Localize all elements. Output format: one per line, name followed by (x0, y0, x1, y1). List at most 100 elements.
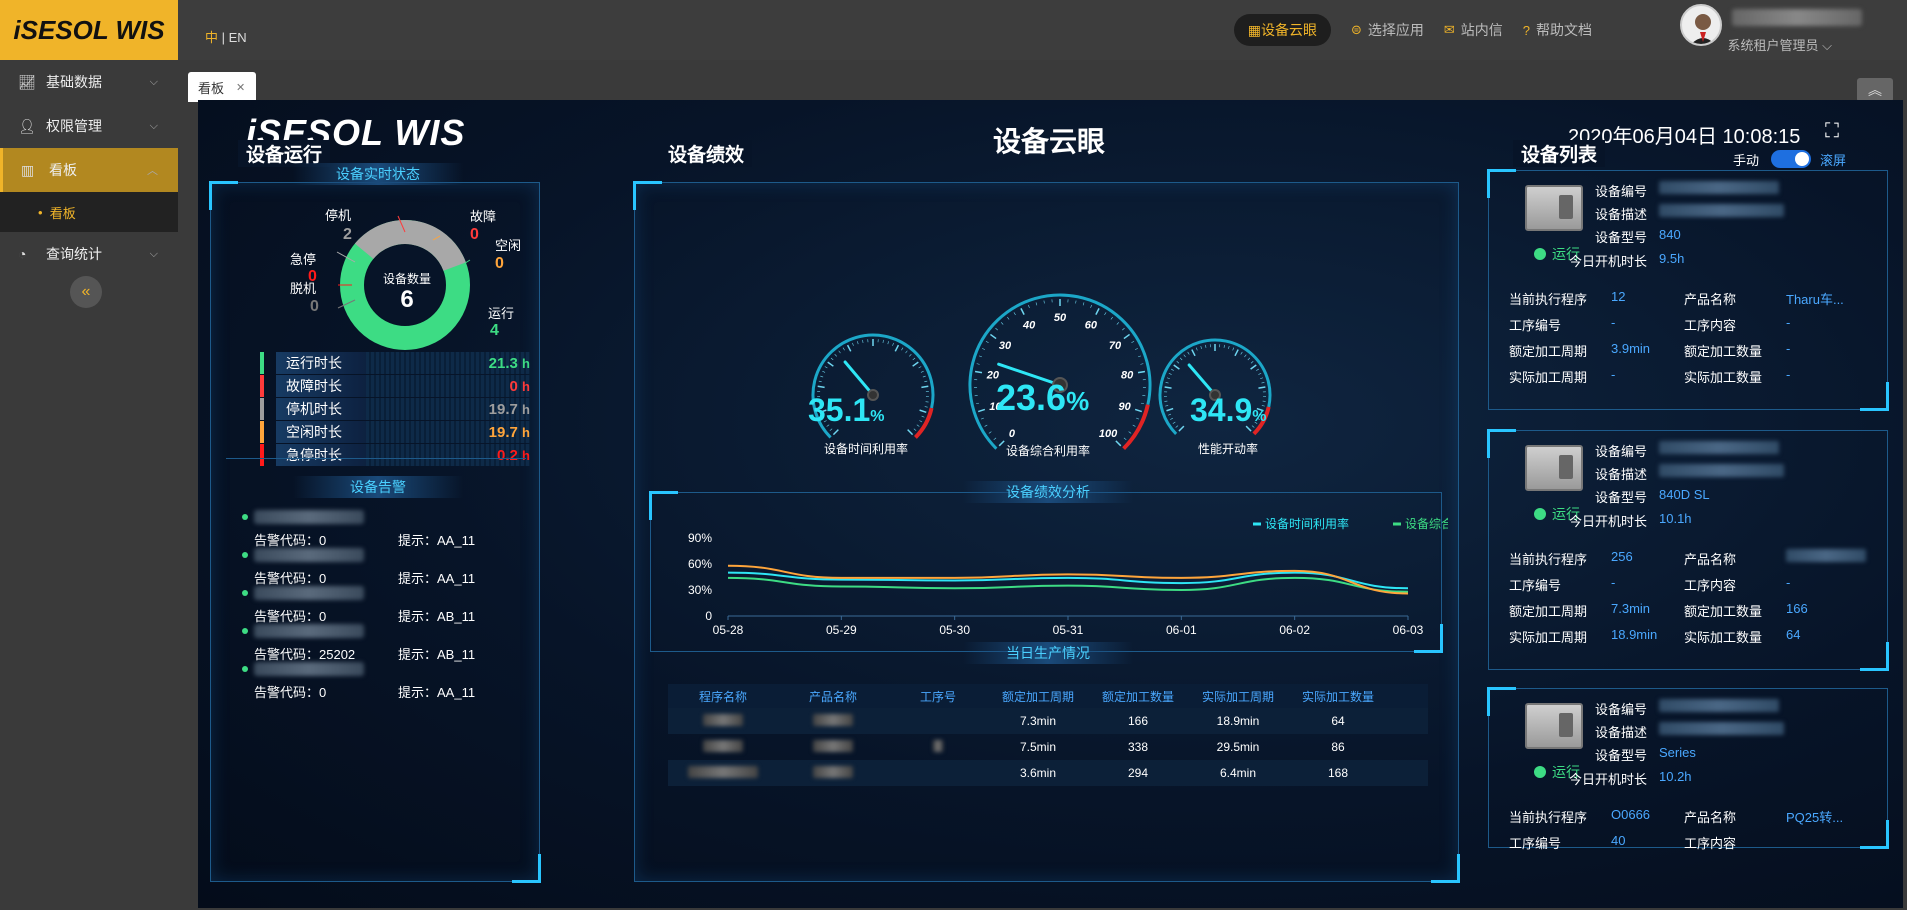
gauge-tick (1000, 322, 1004, 325)
dashboard-canvas: iSESOL WIS 设备云眼 2020年06月04日 10:08:15 ⛶ 手… (198, 100, 1903, 908)
gauge-tick (834, 353, 837, 357)
alarm-status-dot (242, 666, 248, 672)
gauge-tick (1137, 370, 1146, 374)
donut-center-value: 6 (400, 286, 414, 313)
fullscreen-icon[interactable]: ⛶ (1825, 120, 1839, 143)
x-tick-label: 06-02 (1279, 623, 1310, 637)
device-field-label: 工序编号 (1509, 318, 1562, 333)
device-field-value: - (1611, 575, 1616, 590)
alarm-item[interactable]: 告警代码：0 提示：AB_11 (242, 586, 548, 624)
duration-unit: h (522, 355, 530, 371)
machine-icon (1525, 445, 1583, 491)
gauge-tick (1176, 361, 1180, 364)
gauge-tick (832, 429, 839, 436)
alarm-item[interactable]: 告警代码：0 提示：AA_11 (242, 548, 548, 586)
device-field-value: 18.9min (1611, 627, 1658, 642)
app-logo[interactable]: iSESOL WIS (0, 0, 178, 60)
table-row[interactable]: 7.5min 338 29.5min 86 (668, 734, 1428, 760)
alarm-item[interactable]: 告警代码：0 提示：AA_11 (242, 510, 548, 548)
device-field-label: 额定加工数量 (1684, 344, 1763, 359)
language-switch[interactable]: 中 | EN (205, 27, 247, 46)
alarm-device-name-blurred (254, 586, 364, 600)
gauge-tick (924, 406, 928, 408)
user-role[interactable]: 系统租户管理员 ⌵ (1728, 35, 1833, 54)
legend-label: 设备时间利用率 (1265, 516, 1349, 531)
alarm-item[interactable]: 告警代码：0 提示：AA_11 (242, 662, 548, 700)
gauge-tick (1140, 402, 1144, 405)
subtitle-daily-production: 当日生产情况 (963, 642, 1133, 664)
duration-marker (260, 444, 264, 466)
device-card[interactable]: 运行 设备编号 设备描述 设备型号 Series 今日开机时长 10.2h 当前执行程序 O06… (1487, 687, 1889, 851)
device-field-label: 实际加工周期 (1509, 630, 1588, 645)
lang-zh[interactable]: 中 (205, 30, 218, 45)
device-field-label: 设备描述 (1594, 725, 1647, 740)
gauge-tick (892, 342, 894, 346)
gauge-tick (1234, 349, 1239, 357)
legend-idle-value: 0 (495, 255, 504, 272)
gauge-tick (829, 428, 833, 431)
gauge-tick (887, 341, 889, 345)
gauge-tick (818, 380, 822, 383)
device-card[interactable]: 运行 设备编号 设备描述 设备型号 840D SL 今日开机时长 10.1h 当前执行程序 25… (1487, 429, 1889, 671)
nav-select-app[interactable]: ⊜ 选择应用 (1351, 20, 1424, 40)
gauge-tick (1256, 368, 1260, 371)
table-header: 程序名称 产品名称 工序号 额定加工周期 额定加工数量 实际加工周期 实际加工数量 (668, 684, 1428, 708)
panel-title-device-list: 设备列表 (1513, 140, 1606, 167)
sidebar-item-query-stats[interactable]: ◔ 查询统计 ⌵ (0, 232, 178, 276)
top-bar (178, 0, 1907, 60)
legend-running-label: 运行 (488, 306, 515, 321)
gauge-tick (1205, 344, 1207, 348)
gauge-tick (924, 380, 928, 383)
scroll-mode-toggle[interactable] (1771, 150, 1811, 168)
collapse-header-button[interactable]: ︽ (1857, 78, 1893, 102)
device-field-label: 今日开机时长 (1568, 514, 1647, 529)
gauge-tick (912, 357, 916, 361)
nav-messages[interactable]: ✉ 站内信 (1444, 20, 1503, 40)
gauge-tick (1095, 308, 1100, 315)
tab-dashboard[interactable]: 看板 ✕ (188, 72, 256, 102)
blurred-value (1659, 464, 1784, 477)
legend-fault-value: 0 (470, 226, 479, 243)
blurred-value (703, 739, 743, 752)
chevron-down-icon: ⌵ (1822, 38, 1832, 53)
gauge-tick (1178, 425, 1185, 432)
device-field-label: 额定加工周期 (1509, 344, 1588, 359)
y-tick-label: 30% (688, 583, 712, 597)
sidebar-item-basic-data[interactable]: 📈︎ 基础数据 ⌵ (0, 60, 178, 104)
machine-icon (1525, 185, 1583, 231)
subtitle-performance-analysis: 设备绩效分析 (963, 481, 1133, 503)
sidebar-subitem-dashboard[interactable]: • 看板 (0, 192, 178, 232)
gauge-tick (1250, 364, 1257, 370)
blurred-value (933, 739, 943, 752)
y-tick-label: 0 (705, 609, 712, 623)
close-icon[interactable]: ✕ (236, 81, 245, 94)
alarm-code: 告警代码：25202 (254, 647, 356, 662)
gauge-tick (980, 417, 984, 420)
table-header-cell: 实际加工周期 (1201, 689, 1274, 704)
table-cell: 338 (1127, 740, 1149, 754)
device-field-label: 产品名称 (1684, 292, 1737, 307)
sidebar-subitem-label: 看板 (49, 205, 76, 221)
table-cell: 86 (1331, 740, 1345, 754)
device-field-label: 当前执行程序 (1509, 552, 1588, 567)
nav-device-cloud-eye[interactable]: ▦设备云眼 (1233, 14, 1331, 46)
device-field-value: - (1786, 315, 1791, 330)
avatar[interactable] (1680, 4, 1722, 46)
device-card[interactable]: 运行 设备编号 设备描述 设备型号 840 今日开机时长 9.5h 当前执行程序 12 产品名称 T… (1487, 169, 1889, 411)
table-row[interactable]: 7.3min 166 18.9min 64 (668, 708, 1428, 734)
table-row[interactable]: 3.6min 294 6.4min 168 (668, 760, 1428, 786)
sidebar-item-permissions[interactable]: 👤︎ 权限管理 ⌵ (0, 104, 178, 148)
collapse-sidebar-button[interactable]: « (70, 276, 102, 308)
table-cell: 64 (1331, 714, 1345, 728)
x-tick-label: 06-01 (1166, 623, 1197, 637)
production-table: 程序名称 产品名称 工序号 额定加工周期 额定加工数量 实际加工周期 实际加工数量 7.3m… (668, 684, 1428, 786)
device-field-value: 7.3min (1611, 601, 1651, 616)
lang-en[interactable]: EN (229, 30, 247, 45)
nav-help[interactable]: ? 帮助文档 (1523, 20, 1592, 40)
blurred-value (1659, 699, 1779, 712)
sidebar-item-dashboard[interactable]: ▥ 看板 ︿ (0, 148, 178, 192)
tab-bar (178, 60, 1907, 100)
alarm-item[interactable]: 告警代码：25202 提示：AB_11 (242, 624, 548, 662)
gauge-tick-label: 100 (1099, 428, 1118, 440)
gauge-tick (827, 361, 834, 367)
